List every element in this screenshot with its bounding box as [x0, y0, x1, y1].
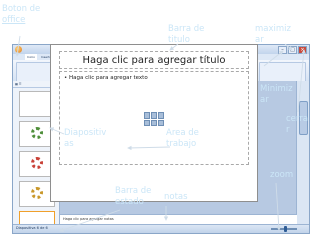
content-placeholder-box[interactable]: • Haga clic para agregar texto — [59, 71, 249, 165]
zoom-knob[interactable] — [284, 226, 287, 232]
wreath-icon — [31, 127, 43, 139]
callout-barra-de-titulo: Barra de titulo — [168, 24, 205, 45]
callout-diapositivas: Diapositiv as — [64, 128, 107, 149]
callout-boton-de-office: Boton de office — [2, 4, 41, 25]
notes-placeholder: Haga clic para agregar notas — [63, 217, 114, 221]
smartart-icon[interactable] — [158, 112, 164, 119]
callout-notas: notas — [164, 192, 188, 202]
slide-title-placeholder: Haga clic para agregar título — [82, 54, 226, 66]
slide-content-placeholder: • Haga clic para agregar texto — [64, 75, 148, 81]
wreath-icon — [31, 157, 43, 169]
callout-maximizar: maximiz ar — [255, 24, 291, 45]
media-icon[interactable] — [158, 119, 164, 126]
callout-minimizar: Minimiz ar — [260, 84, 293, 105]
clipart-icon[interactable] — [151, 119, 157, 126]
callout-zoom: zoom — [270, 170, 294, 180]
insert-content-icons[interactable] — [144, 112, 164, 126]
minimize-icon[interactable]: – — [278, 46, 287, 54]
office-button-icon[interactable] — [15, 46, 22, 53]
maximize-icon[interactable]: □ — [288, 46, 297, 54]
page: Presentación1 - Microsoft PowerPoint – □… — [0, 0, 320, 240]
callout-cerrar: cerra r — [286, 114, 308, 135]
picture-icon[interactable] — [144, 119, 150, 126]
callout-area-de-trabajo: Area de trabajo — [166, 128, 199, 149]
chart-icon[interactable] — [151, 112, 157, 119]
status-text: Diapositiva 6 de 6 — [16, 226, 48, 230]
table-icon[interactable] — [144, 112, 150, 119]
wreath-icon — [31, 187, 43, 199]
window-controls: – □ × — [278, 46, 307, 54]
title-placeholder-box[interactable]: Haga clic para agregar título — [59, 51, 249, 69]
ribbon-group-editing[interactable] — [259, 62, 307, 82]
slide-canvas[interactable]: Haga clic para agregar título • Haga cli… — [50, 44, 258, 202]
close-icon[interactable]: × — [298, 46, 307, 54]
status-bar: Diapositiva 6 de 6 — [13, 224, 309, 233]
callout-barra-de-estado: Barra de estado — [115, 186, 152, 207]
